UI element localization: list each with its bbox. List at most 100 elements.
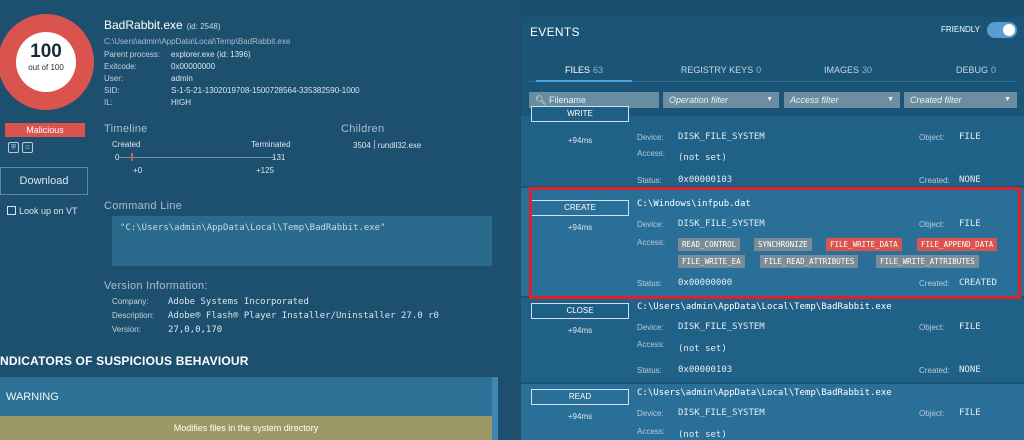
device-value: DISK_FILE_SYSTEM [678,219,765,229]
op-button[interactable]: CLOSE [531,303,629,319]
created-value: CREATED [959,278,997,288]
event-time: +94ms [567,136,593,145]
tab-debug[interactable]: DEBUG 0 [931,65,1021,75]
version-key: Description: [112,311,155,320]
threat-score-donut: 100 out of 100 [0,14,94,110]
device-value: DISK_FILE_SYSTEM [678,408,765,418]
events-title: EVENTS [530,25,580,39]
search-icon: 🔍︎ [535,95,547,105]
tab-label: FILES [564,65,590,75]
version-value: Adobe Systems Incorporated [168,297,309,307]
op-button[interactable]: CREATE [531,200,629,216]
detail-value: S-1-5-21-1302019708-1500728564-335382590… [171,86,360,95]
created-filter-label: Created filter [910,95,962,105]
timeline-created-label: Created [112,140,141,149]
op-button[interactable]: READ [531,389,629,405]
operation-filter-label: Operation filter [669,95,729,105]
version-key: Company: [112,297,149,306]
detail-key: SID: [104,86,120,95]
status-value: 0x00000103 [678,365,733,375]
detail-value: HIGH [171,98,191,107]
detail-key: Exitcode: [104,62,137,71]
access-label: Access: [637,427,666,436]
chevron-down-icon: ▼ [1004,96,1011,103]
event-row[interactable]: READ +94ms C:\Users\admin\AppData\Local\… [521,384,1024,440]
created-value: NONE [959,365,981,375]
tab-label: REGISTRY KEYS [680,65,754,75]
search-placeholder: Filename [548,95,586,105]
detail-row: Parent process: explorer.exe (id: 1396) [104,50,251,59]
detail-row: SID: S-1-5-21-1302019708-1500728564-33538… [104,86,360,95]
tab-count: 30 [862,65,873,75]
timeline-marker [131,153,133,161]
access-value: (not set) [678,344,727,354]
object-value: FILE [959,132,981,142]
device-label: Device: [637,220,664,229]
access-flag: FILE_APPEND_DATA [917,238,998,251]
status-value: 0x00000000 [678,278,733,288]
event-time: +94ms [567,326,593,335]
object-label: Object: [919,220,945,229]
children-title: Children [341,123,385,135]
process-pid: (id: 2548) [186,22,221,31]
device-label: Device: [637,133,664,142]
object-label: Object: [919,133,945,142]
detail-key: User: [104,74,124,83]
operation-filter[interactable]: Operation filter ▼ [663,92,779,108]
status-label: Status: [637,366,662,375]
timeline-title: Timeline [104,123,148,135]
version-row: Version: 27,0,0,170 [112,325,222,335]
active-tab-indicator [536,80,632,82]
tab-registry-keys[interactable]: REGISTRY KEYS 0 [661,65,781,75]
op-button[interactable]: WRITE [531,106,629,122]
event-path: C:\Users\admin\AppData\Local\Temp\BadRab… [637,388,892,398]
event-row[interactable]: WRITE +94ms Device: DISK_FILE_SYSTEM Obj… [521,106,1024,186]
indicators-title: NDICATORS OF SUSPICIOUS BEHAVIOUR [0,354,249,368]
detail-row: IL: HIGH [104,98,191,107]
device-value: DISK_FILE_SYSTEM [678,322,765,332]
created-value: NONE [959,175,981,185]
lookup-vt-link[interactable]: Look up on VT [7,206,78,216]
child-name: rundll32.exe [377,141,422,150]
event-row[interactable]: CREATE +94ms C:\Windows\infpub.dat Devic… [521,188,1024,296]
tab-label: DEBUG [955,65,988,75]
access-flag: SYNCHRONIZE [754,238,812,251]
download-button[interactable]: Download [0,167,88,195]
detail-value: admin [171,74,193,83]
indicator-row[interactable]: Modifies files in the system directory [0,416,492,440]
tab-images[interactable]: IMAGES 30 [798,65,898,75]
process-path: C:\Users\admin\AppData\Local\Temp\BadRab… [104,37,291,46]
friendly-toggle[interactable] [987,22,1017,38]
created-filter[interactable]: Created filter ▼ [904,92,1017,108]
tab-count: 63 [593,65,604,75]
version-title: Version Information: [104,280,208,292]
command-line-title: Command Line [104,200,183,212]
process-flags: ⛨ ▫ [8,142,36,153]
device-label: Device: [637,409,664,418]
object-value: FILE [959,408,981,418]
event-row[interactable]: CLOSE +94ms C:\Users\admin\AppData\Local… [521,298,1024,382]
access-value: (not set) [678,430,727,440]
version-value: 27,0,0,170 [168,325,223,335]
version-row: Description: Adobe® Flash® Player Install… [112,311,439,321]
timeline-terminated-offset: +125 [256,166,275,175]
event-time: +94ms [567,223,593,232]
process-info-panel: 100 out of 100 Malicious ⛨ ▫ Download Loo… [0,0,520,440]
tab-files[interactable]: FILES 63 [536,65,632,75]
tab-count: 0 [756,65,762,75]
device-value: DISK_FILE_SYSTEM [678,132,765,142]
created-label: Created: [919,366,950,375]
access-flag: FILE_WRITE_EA [678,255,745,268]
child-pid: 3504 [353,141,371,150]
child-process[interactable]: 3504 rundll32.exe [353,140,421,150]
warning-title: WARNING [6,391,59,403]
version-key: Version: [112,325,141,334]
event-path: C:\Windows\infpub.dat [637,199,751,209]
tab-label: IMAGES [823,65,859,75]
version-row: Company: Adobe Systems Incorporated [112,297,309,307]
access-filter[interactable]: Access filter ▼ [784,92,900,108]
access-flag: READ_CONTROL [678,238,741,251]
event-time: +94ms [567,412,593,421]
external-link-icon [7,206,16,215]
access-label: Access: [637,340,666,349]
